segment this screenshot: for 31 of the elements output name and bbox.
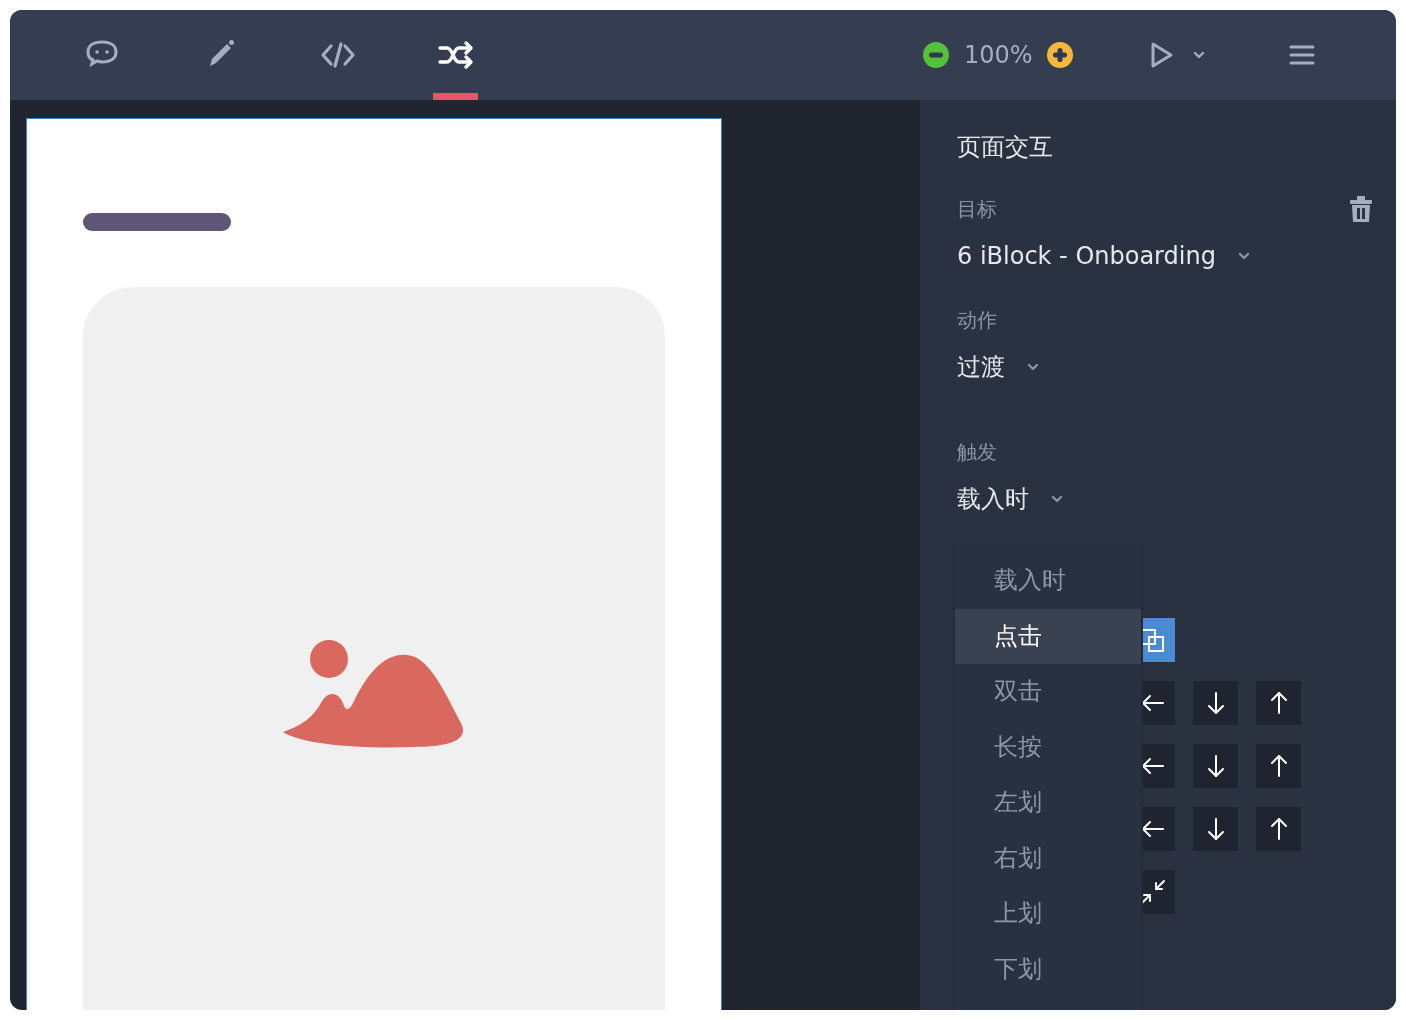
caret-icon[interactable] — [1192, 51, 1205, 59]
trash-icon[interactable] — [1349, 196, 1373, 222]
dropdown-option[interactable]: 长按 — [955, 719, 1141, 775]
panel-title: 页面交互 — [957, 132, 1054, 163]
dropdown-option[interactable]: 右划 — [955, 830, 1141, 886]
field-label: 动作 — [957, 307, 997, 334]
play-icon[interactable] — [1149, 42, 1174, 68]
caret-icon — [1027, 363, 1039, 371]
zoom-in-button[interactable] — [1046, 42, 1073, 68]
zoom-out-button[interactable] — [923, 42, 949, 68]
transition-button[interactable] — [1193, 681, 1238, 725]
dropdown-select[interactable]: 载入时 — [957, 479, 1063, 519]
transition-button[interactable] — [1256, 807, 1301, 851]
dropdown-option[interactable]: 点击 — [955, 608, 1141, 664]
dropdown-option[interactable]: 左划 — [955, 775, 1141, 831]
dropdown-option[interactable]: 上划 — [955, 886, 1141, 942]
dropdown-select[interactable]: 6 iBlock - Onboarding — [957, 236, 1250, 276]
menu-icon[interactable] — [1288, 44, 1315, 66]
field-label: 触发 — [957, 439, 997, 466]
field-label: 目标 — [957, 196, 997, 223]
transition-button[interactable] — [1193, 807, 1238, 851]
transition-button[interactable] — [1256, 744, 1301, 788]
caret-icon — [1237, 252, 1250, 260]
dropdown-option[interactable]: 下划 — [955, 941, 1141, 997]
dropdown-select[interactable]: 过渡 — [957, 347, 1039, 387]
transition-button[interactable] — [1256, 681, 1301, 725]
dropdown-option[interactable]: 载入时 — [955, 553, 1141, 609]
transition-button[interactable] — [1193, 744, 1238, 788]
caret-icon — [1051, 495, 1063, 503]
dropdown-option[interactable]: 双击 — [955, 664, 1141, 720]
zoom-level: 100% — [964, 41, 1033, 69]
